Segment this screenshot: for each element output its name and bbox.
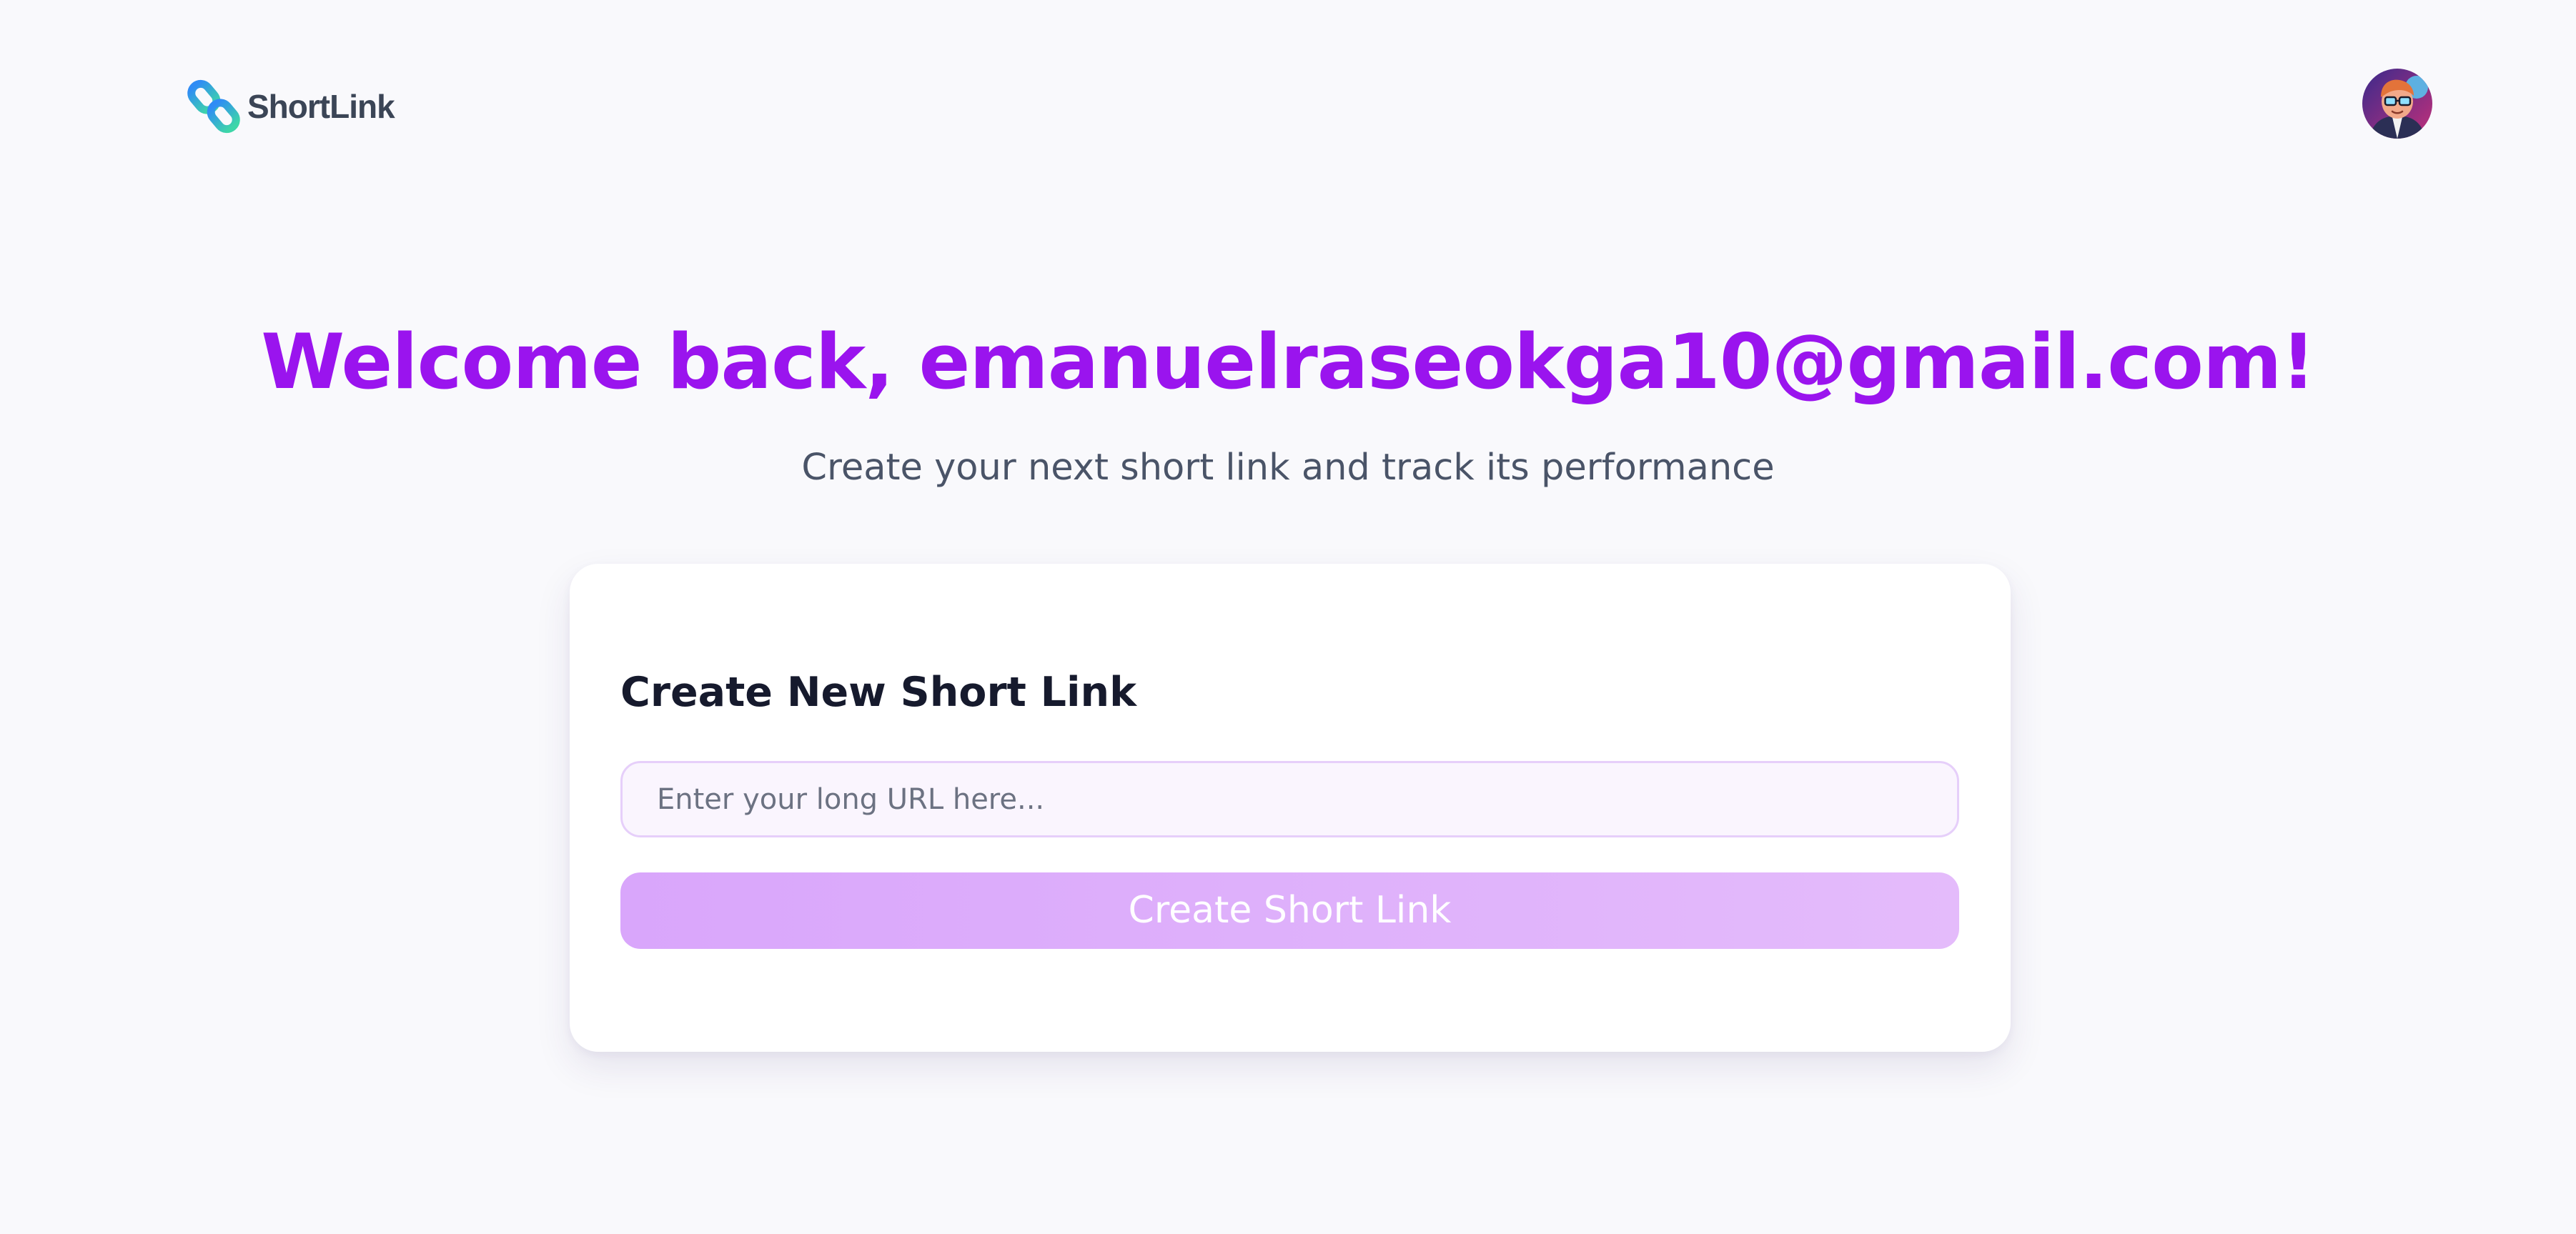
long-url-input[interactable]: [620, 761, 1959, 837]
chain-link-icon: [187, 79, 240, 134]
welcome-heading: Welcome back, emanuelraseokga10@gmail.co…: [261, 318, 2315, 406]
card-title: Create New Short Link: [620, 669, 1137, 716]
logo[interactable]: ShortLink: [187, 74, 395, 139]
create-link-card: Create New Short Link Create Short Link: [570, 564, 2011, 1052]
avatar[interactable]: [2362, 69, 2432, 139]
welcome-subtitle: Create your next short link and track it…: [801, 447, 1775, 489]
page: ShortLink Welcome back, emanuelraseokga1…: [0, 0, 2576, 1234]
user-avatar-icon: [2362, 69, 2432, 139]
top-bar: ShortLink: [0, 0, 2576, 207]
create-short-link-button[interactable]: Create Short Link: [620, 872, 1959, 949]
logo-text: ShortLink: [247, 88, 395, 125]
